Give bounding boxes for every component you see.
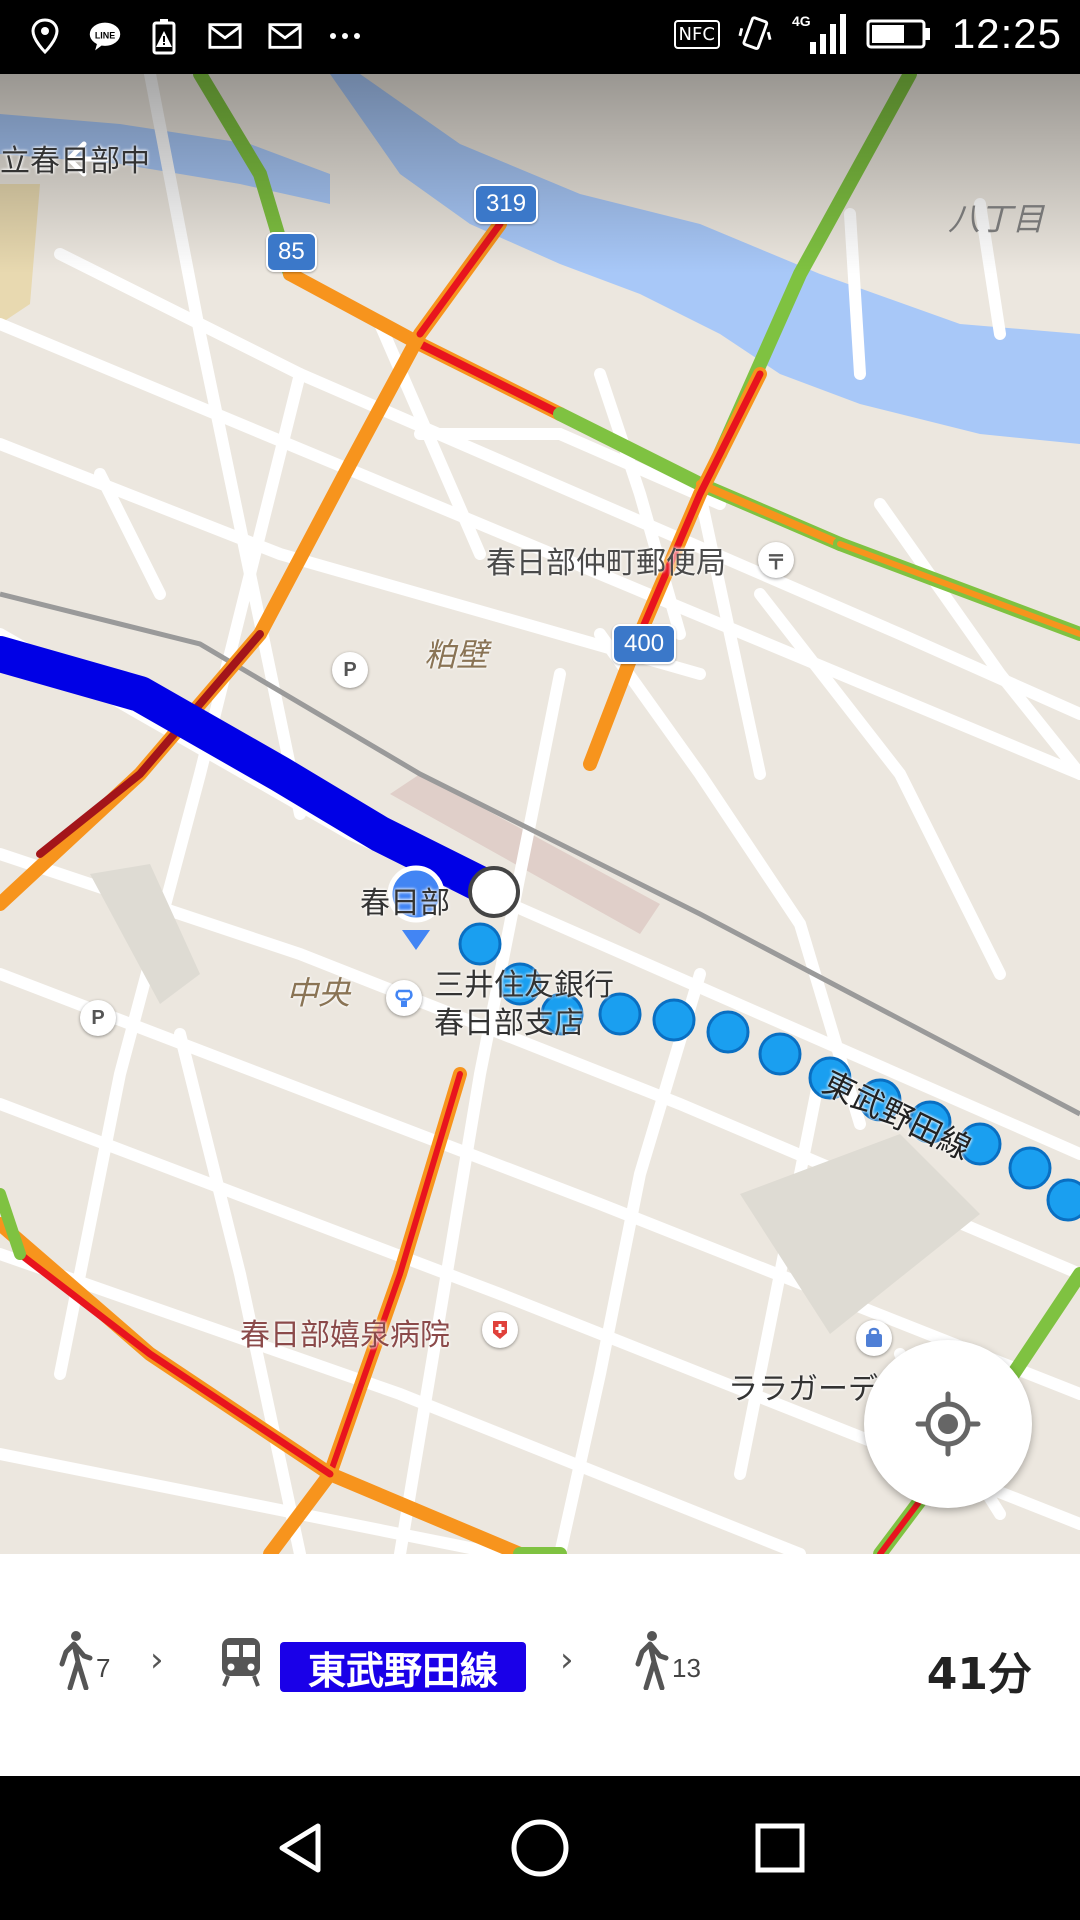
mail-icon [268,14,302,58]
map-label-post-office[interactable]: 春日部仲町郵便局 [486,538,726,582]
triangle-back-icon [279,1823,321,1873]
battery-icon [864,12,934,56]
battery-alert-icon [148,14,182,58]
map-label-district: 八丁目 [948,200,1045,238]
circle-home-icon [511,1819,569,1877]
more-icon [328,14,362,58]
nfc-icon: NFC [673,19,720,49]
hospital-icon[interactable] [482,1312,518,1348]
my-location-icon [915,1391,981,1457]
shopping-bag-icon[interactable] [856,1320,892,1356]
walk-icon [635,1631,669,1690]
line-app-icon: LINE [88,14,122,58]
mail-icon [208,14,242,58]
bank-icon[interactable] [386,980,422,1016]
my-location-button[interactable] [864,1340,1032,1508]
location-icon [28,14,62,58]
walk-icon [59,1631,93,1690]
signal-icon: 4G [790,12,846,56]
route-319-shield: 319 [474,184,539,224]
nav-recents-button[interactable] [740,1808,820,1888]
map-canvas [0,74,1080,1554]
train-icon [218,1636,264,1692]
walk-step-end: 13 [632,1630,701,1690]
walk-start-minutes: 7 [96,1653,111,1683]
map-label-hospital[interactable]: 春日部嬉泉病院 [240,1310,450,1354]
map-label-school: 立春日部中 [0,144,150,179]
parking-icon[interactable]: P [332,652,368,688]
map-label-bank-line2[interactable]: 春日部支店 [434,998,584,1042]
map-view[interactable]: 立春日部中 八丁目 85 319 400 春日部仲町郵便局 〒 粕壁 P 春日部… [0,74,1080,1554]
map-label-area-chuo: 中央 [286,974,351,1012]
transit-line-badge: 東武野田線 [280,1642,526,1693]
clock: 12:25 [951,10,1062,57]
nav-home-button[interactable] [500,1808,580,1888]
system-nav-bar [0,1776,1080,1920]
svg-text:LINE: LINE [95,31,115,41]
vibrate-icon [738,12,772,56]
route-400-shield: 400 [612,624,677,664]
walk-step-start: 7 [56,1630,110,1690]
total-duration: 41分 [926,1649,1032,1700]
walk-end-minutes: 13 [672,1653,701,1683]
status-bar: LINE NFC 4G 12:25 [0,0,1080,74]
square-recents-icon [755,1823,805,1873]
chevron-right-icon: › [150,1640,164,1680]
map-label-area-kasukabe: 粕壁 [424,636,489,674]
post-office-icon[interactable]: 〒 [758,542,794,578]
nav-back-button[interactable] [260,1808,340,1888]
parking-icon[interactable]: P [80,1000,116,1036]
network-type: 4G [792,13,811,29]
chevron-right-icon: › [560,1640,574,1680]
route-85-shield: 85 [266,232,317,272]
map-label-station[interactable]: 春日部 [360,878,450,922]
